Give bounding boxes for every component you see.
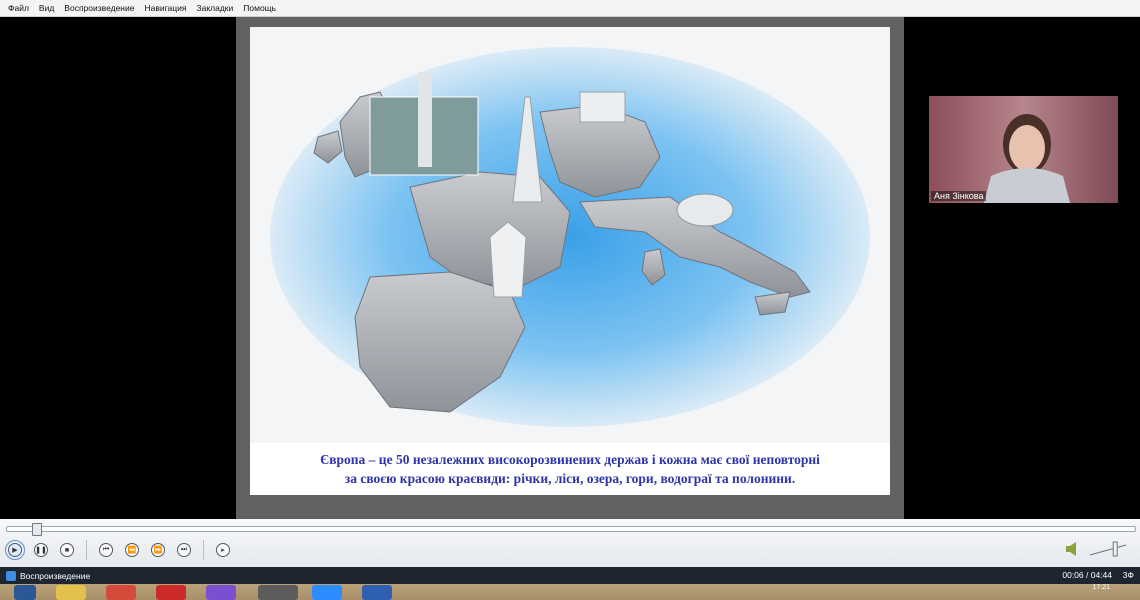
frame-step-button[interactable]: ▸	[216, 543, 230, 557]
next-button[interactable]: ⏭	[177, 543, 191, 557]
playback-buttons: ▶ ❚❚ ■ ⏮ ⏪ ⏩ ⏭ ▸	[5, 540, 242, 560]
menu-navigation[interactable]: Навигация	[139, 3, 191, 13]
start-button[interactable]	[14, 585, 36, 600]
pause-icon: ❚❚	[35, 547, 47, 554]
previous-button[interactable]: ⏮	[99, 543, 113, 557]
next-icon: ⏭	[180, 546, 188, 553]
volume-slider-thumb[interactable]	[1112, 541, 1118, 557]
time-display: 00:06 / 04:44	[1062, 570, 1112, 580]
participant-video	[929, 96, 1118, 203]
rewind-button[interactable]: ⏪	[125, 543, 139, 557]
player-controls: ▶ ❚❚ ■ ⏮ ⏪ ⏩ ⏭ ▸	[0, 519, 1140, 567]
taskbar-clock: 17:21	[1092, 584, 1110, 591]
forward-icon: ⏩	[153, 547, 163, 554]
playback-status: Воспроизведение	[20, 570, 91, 581]
play-icon: ▶	[12, 547, 18, 554]
stop-button[interactable]: ■	[60, 543, 74, 557]
zoom-icon[interactable]	[312, 585, 342, 600]
chrome-icon[interactable]	[106, 585, 136, 600]
speaker-icon[interactable]	[1066, 542, 1076, 556]
presentation-slide: Європа – це 50 незалежних високорозвинен…	[250, 27, 890, 495]
mode-indicator[interactable]: 3Ф	[1123, 570, 1134, 580]
menu-bookmarks[interactable]: Закладки	[191, 3, 238, 13]
slide-caption: Європа – це 50 незалежних високорозвинен…	[250, 443, 890, 495]
previous-icon: ⏮	[102, 546, 110, 553]
video-area[interactable]: Європа – це 50 незалежних високорозвинен…	[0, 17, 1140, 519]
rewind-icon: ⏪	[127, 547, 137, 554]
play-button[interactable]: ▶	[5, 540, 25, 560]
europe-map-image	[250, 27, 890, 447]
browser-icon[interactable]	[206, 585, 236, 600]
menu-file[interactable]: Файл	[0, 3, 34, 13]
menu-view[interactable]: Вид	[34, 3, 59, 13]
forward-button[interactable]: ⏩	[151, 543, 165, 557]
webcam-overlay: Аня Зінкова	[929, 96, 1118, 203]
opera-icon[interactable]	[156, 585, 186, 600]
file-explorer-icon[interactable]	[56, 585, 86, 600]
seek-thumb[interactable]	[32, 523, 42, 536]
caption-line-1: Європа – це 50 незалежних високорозвинен…	[320, 452, 820, 467]
media-app-icon[interactable]	[258, 585, 298, 600]
frame-step-icon: ▸	[221, 547, 225, 554]
menu-help[interactable]: Помощь	[238, 3, 281, 13]
word-icon[interactable]	[362, 585, 392, 600]
presentation-frame: Європа – це 50 незалежних високорозвинен…	[236, 17, 904, 519]
separator	[86, 540, 87, 560]
caption-line-2: за своєю красою краєвиди: річки, ліси, о…	[344, 471, 796, 486]
separator	[203, 540, 204, 560]
menu-playback[interactable]: Воспроизведение	[59, 3, 139, 13]
status-bar: Воспроизведение 00:06 / 04:44 3Ф	[0, 567, 1140, 584]
menu-bar: Файл Вид Воспроизведение Навигация Закла…	[0, 0, 1140, 17]
player-logo-icon	[6, 570, 16, 581]
seek-bar[interactable]	[6, 523, 1136, 536]
pause-button[interactable]: ❚❚	[34, 543, 48, 557]
participant-name: Аня Зінкова	[931, 191, 987, 201]
os-taskbar: 17:21	[0, 584, 1140, 600]
volume-control[interactable]	[1066, 541, 1130, 557]
stop-icon: ■	[64, 546, 70, 554]
